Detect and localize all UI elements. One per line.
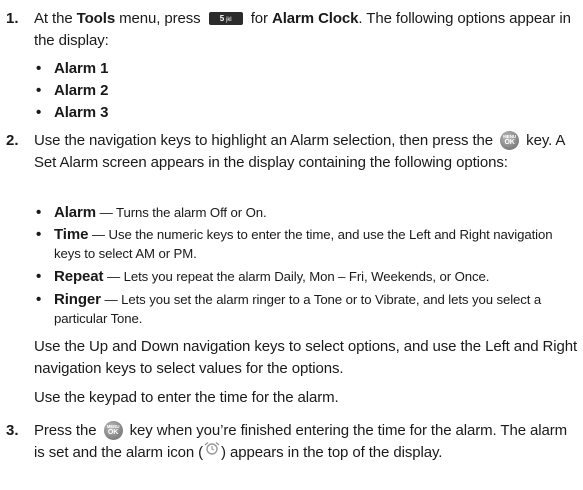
menu-ok-key-icon: MENU OK bbox=[500, 130, 520, 150]
step-number: 3. bbox=[6, 422, 19, 439]
navigation-note: Use the Up and Down navigation keys to s… bbox=[34, 338, 578, 377]
number-5-key-icon: 5 jkl bbox=[208, 11, 243, 25]
alarm-clock-label: Alarm Clock bbox=[271, 10, 359, 27]
bullet-icon: • bbox=[36, 104, 42, 121]
bullet-icon: • bbox=[36, 291, 42, 308]
step-number: 1. bbox=[6, 10, 19, 27]
bullet-icon: • bbox=[36, 226, 42, 243]
step-2-text: Use the navigation keys to highlight an … bbox=[34, 130, 565, 171]
step-number: 2. bbox=[6, 132, 19, 149]
step-3-text: Press the MENU OK key when you’re finishe… bbox=[34, 420, 568, 462]
tools-menu-label: Tools bbox=[76, 10, 116, 27]
keypad-note: Use the keypad to enter the time for the… bbox=[34, 389, 339, 406]
bullet-icon: • bbox=[36, 204, 42, 221]
bullet-icon: • bbox=[36, 60, 42, 77]
menu-ok-key-icon: MENU OK bbox=[103, 420, 123, 440]
alarm-clock-icon bbox=[203, 440, 221, 462]
manual-page: 1. At the Tools menu, press 5 jkl for Ala… bbox=[0, 0, 583, 490]
bullet-icon: • bbox=[36, 82, 42, 99]
bullet-icon: • bbox=[36, 268, 42, 285]
step-1-text: At the Tools menu, press 5 jkl for Alarm … bbox=[34, 10, 571, 49]
